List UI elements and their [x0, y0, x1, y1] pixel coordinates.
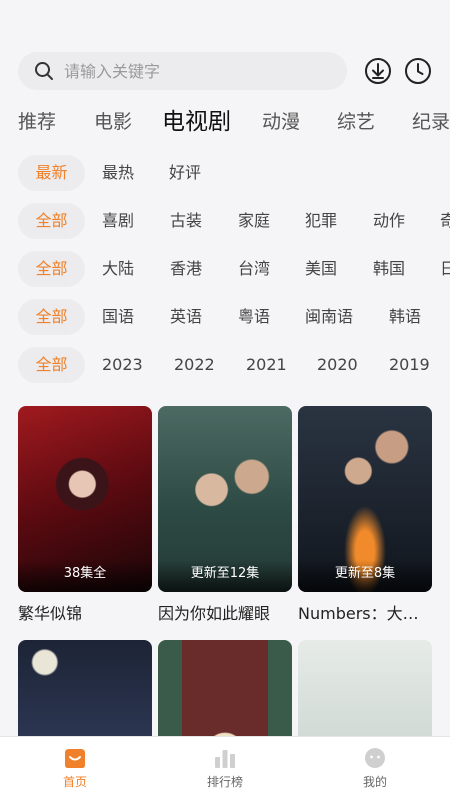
- home-icon: [65, 749, 85, 768]
- bottom-navigation: 首页 排行榜 我的: [0, 736, 450, 800]
- tab-anime[interactable]: 动漫: [262, 104, 300, 140]
- year-chip[interactable]: 2019: [389, 347, 430, 383]
- region-chip[interactable]: 全部: [18, 251, 85, 287]
- series-title[interactable]: 繁华似锦: [18, 600, 152, 624]
- category-tabs: 推荐 电影 电视剧 动漫 综艺 纪录: [0, 104, 450, 140]
- series-card[interactable]: 更新至12集 因为你如此耀眼: [158, 406, 292, 624]
- genre-chip[interactable]: 家庭: [238, 203, 270, 239]
- region-chip[interactable]: 台湾: [238, 251, 270, 287]
- ranking-icon: [215, 750, 235, 768]
- profile-icon: [365, 748, 385, 768]
- year-chip[interactable]: 2020: [317, 347, 358, 383]
- nav-home[interactable]: 首页: [0, 737, 150, 800]
- genre-filter-row: 全部 喜剧 古装 家庭 犯罪 动作 奇: [0, 203, 450, 239]
- episode-badge: 更新至8集: [298, 560, 432, 592]
- genre-chip[interactable]: 奇: [440, 203, 450, 239]
- genre-chip[interactable]: 全部: [18, 203, 85, 239]
- language-chip[interactable]: 国语: [102, 299, 134, 335]
- language-chip[interactable]: 英语: [170, 299, 202, 335]
- language-filter-row: 全部 国语 英语 粤语 闽南语 韩语: [0, 299, 450, 335]
- poster-image[interactable]: 更新至12集: [158, 406, 292, 592]
- year-chip[interactable]: 2022: [174, 347, 215, 383]
- region-chip[interactable]: 韩国: [373, 251, 405, 287]
- sort-filter-row: 最新 最热 好评: [0, 155, 450, 191]
- sort-chip[interactable]: 最热: [102, 155, 134, 191]
- nav-ranking[interactable]: 排行榜: [150, 737, 300, 800]
- language-chip[interactable]: 全部: [18, 299, 85, 335]
- series-title[interactable]: Numbers：大厦森林的监视者们: [298, 600, 432, 624]
- region-chip[interactable]: 大陆: [102, 251, 134, 287]
- tab-documentary[interactable]: 纪录: [412, 104, 450, 140]
- year-chip[interactable]: 全部: [18, 347, 85, 383]
- history-clock-icon[interactable]: [404, 57, 432, 85]
- tab-movies[interactable]: 电影: [94, 104, 132, 140]
- nav-label: 我的: [362, 775, 387, 789]
- language-chip[interactable]: 粤语: [238, 299, 270, 335]
- series-card[interactable]: 更新至8集 Numbers：大厦森林的监视者们: [298, 406, 432, 624]
- poster-image[interactable]: 更新至8集: [298, 406, 432, 592]
- language-chip[interactable]: 闽南语: [305, 299, 353, 335]
- year-chip[interactable]: 2023: [102, 347, 143, 383]
- genre-chip[interactable]: 犯罪: [305, 203, 337, 239]
- tab-variety[interactable]: 综艺: [337, 104, 375, 140]
- poster-image[interactable]: 38集全: [18, 406, 152, 592]
- language-chip[interactable]: 韩语: [389, 299, 421, 335]
- region-chip[interactable]: 日: [440, 251, 450, 287]
- region-filter-row: 全部 大陆 香港 台湾 美国 韩国 日: [0, 251, 450, 287]
- genre-chip[interactable]: 古装: [170, 203, 202, 239]
- year-filter-row: 全部 2023 2022 2021 2020 2019: [0, 347, 450, 383]
- tab-tv-series[interactable]: 电视剧: [162, 104, 231, 140]
- search-box[interactable]: [18, 52, 347, 90]
- search-icon: [35, 62, 53, 80]
- region-chip[interactable]: 香港: [170, 251, 202, 287]
- nav-label: 首页: [62, 775, 87, 789]
- nav-profile[interactable]: 我的: [300, 737, 450, 800]
- genre-chip[interactable]: 喜剧: [102, 203, 134, 239]
- search-row: [18, 52, 438, 90]
- genre-chip[interactable]: 动作: [373, 203, 405, 239]
- sort-chip[interactable]: 最新: [18, 155, 85, 191]
- year-chip[interactable]: 2021: [246, 347, 287, 383]
- region-chip[interactable]: 美国: [305, 251, 337, 287]
- series-title[interactable]: 因为你如此耀眼: [158, 600, 292, 624]
- search-input[interactable]: [64, 61, 304, 81]
- nav-label: 排行榜: [206, 775, 243, 789]
- download-icon[interactable]: [364, 57, 392, 85]
- sort-chip[interactable]: 好评: [169, 155, 201, 191]
- episode-badge: 更新至12集: [158, 560, 292, 592]
- episode-badge: 38集全: [18, 560, 152, 592]
- series-card[interactable]: 38集全 繁华似锦: [18, 406, 152, 624]
- tab-recommend[interactable]: 推荐: [18, 104, 56, 140]
